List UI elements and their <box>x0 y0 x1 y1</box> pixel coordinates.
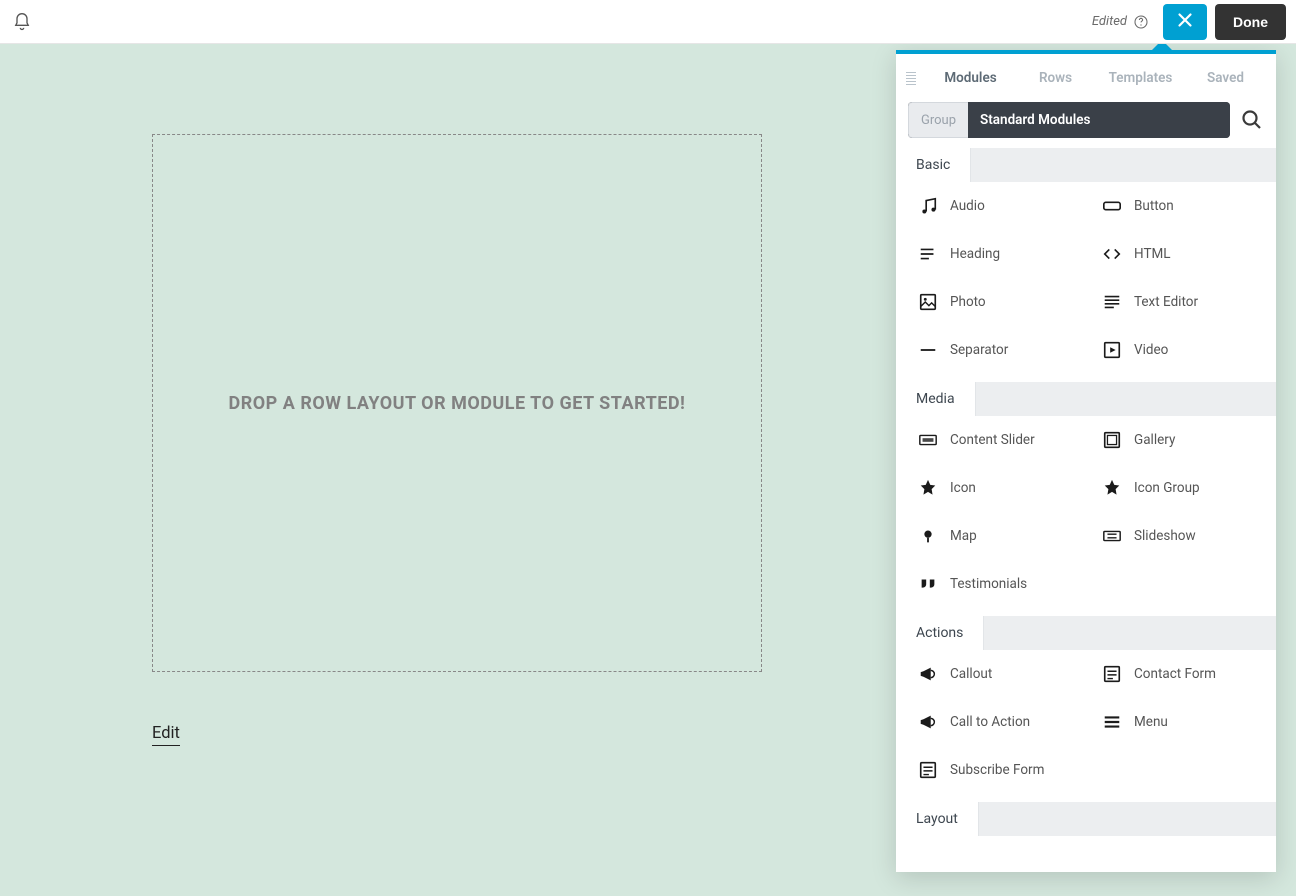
module-label: Photo <box>950 294 986 310</box>
module-item[interactable]: Content Slider <box>906 430 1082 450</box>
section-title: Basic <box>896 148 971 182</box>
form-icon <box>918 760 938 780</box>
group-select-label: Group <box>908 102 968 138</box>
module-label: Subscribe Form <box>950 762 1044 778</box>
dropzone-placeholder-text: DROP A ROW LAYOUT OR MODULE TO GET START… <box>229 393 686 414</box>
group-select[interactable]: Group Standard Modules <box>908 102 1230 138</box>
module-item[interactable]: Gallery <box>1090 430 1266 450</box>
tab-saved[interactable]: Saved <box>1183 64 1268 92</box>
photo-icon <box>918 292 938 312</box>
form-icon <box>1102 664 1122 684</box>
text-icon <box>1102 292 1122 312</box>
module-item[interactable]: Subscribe Form <box>906 760 1082 780</box>
star-icon <box>918 478 938 498</box>
section-header[interactable]: Basic <box>896 148 1276 182</box>
group-select-value: Standard Modules <box>968 102 1230 138</box>
drag-handle-icon[interactable] <box>904 72 918 85</box>
module-item[interactable]: Button <box>1090 196 1266 216</box>
gallery-icon <box>1102 430 1122 450</box>
module-label: Gallery <box>1134 432 1175 448</box>
megaphone-icon <box>918 712 938 732</box>
module-label: Menu <box>1134 714 1168 730</box>
module-grid: Callout Contact Form Call to Action Menu Sub… <box>896 650 1276 802</box>
megaphone-icon <box>918 664 938 684</box>
tab-templates[interactable]: Templates <box>1098 64 1183 92</box>
module-grid: Content Slider Gallery Icon Icon Group Map Sl… <box>896 416 1276 616</box>
slideshow-icon <box>1102 526 1122 546</box>
module-label: Video <box>1134 342 1168 358</box>
module-item[interactable]: Icon <box>906 478 1082 498</box>
done-button[interactable]: Done <box>1215 4 1286 40</box>
module-label: Contact Form <box>1134 666 1216 682</box>
module-label: HTML <box>1134 246 1171 262</box>
music-icon <box>918 196 938 216</box>
map-icon <box>918 526 938 546</box>
tab-modules[interactable]: Modules <box>928 64 1013 92</box>
section-title: Layout <box>896 802 979 836</box>
section-title: Actions <box>896 616 984 650</box>
module-item[interactable]: Photo <box>906 292 1082 312</box>
module-label: Content Slider <box>950 432 1035 448</box>
module-item[interactable]: Menu <box>1090 712 1266 732</box>
module-item[interactable]: Text Editor <box>1090 292 1266 312</box>
edit-link[interactable]: Edit <box>152 724 180 746</box>
module-label: Icon Group <box>1134 480 1200 496</box>
button-icon <box>1102 196 1122 216</box>
tab-rows[interactable]: Rows <box>1013 64 1098 92</box>
module-item[interactable]: Map <box>906 526 1082 546</box>
separator-icon <box>918 340 938 360</box>
section-header[interactable]: Layout <box>896 802 1276 836</box>
module-label: Text Editor <box>1134 294 1198 310</box>
edited-status: Edited <box>1092 14 1149 30</box>
module-item[interactable]: HTML <box>1090 244 1266 264</box>
close-icon <box>1174 9 1196 34</box>
module-item[interactable]: Testimonials <box>906 574 1082 594</box>
notifications-icon[interactable] <box>12 12 32 32</box>
code-icon <box>1102 244 1122 264</box>
video-icon <box>1102 340 1122 360</box>
module-item[interactable]: Separator <box>906 340 1082 360</box>
module-item[interactable]: Video <box>1090 340 1266 360</box>
module-label: Map <box>950 528 977 544</box>
module-label: Callout <box>950 666 992 682</box>
module-label: Slideshow <box>1134 528 1196 544</box>
quote-icon <box>918 574 938 594</box>
module-label: Icon <box>950 480 976 496</box>
help-icon[interactable] <box>1133 14 1149 30</box>
module-item[interactable]: Icon Group <box>1090 478 1266 498</box>
section-title: Media <box>896 382 976 416</box>
module-item[interactable]: Heading <box>906 244 1082 264</box>
top-toolbar: Edited Done <box>0 0 1296 44</box>
empty-dropzone[interactable]: DROP A ROW LAYOUT OR MODULE TO GET START… <box>152 134 762 672</box>
module-label: Testimonials <box>950 576 1027 592</box>
module-label: Separator <box>950 342 1008 358</box>
module-label: Button <box>1134 198 1174 214</box>
edited-label: Edited <box>1092 14 1127 29</box>
close-panel-button[interactable] <box>1163 4 1207 40</box>
module-item[interactable]: Audio <box>906 196 1082 216</box>
panel-scroll-area[interactable]: Basic Audio Button Heading HTML Photo Text Edi… <box>896 148 1276 872</box>
module-label: Call to Action <box>950 714 1030 730</box>
menu-icon <box>1102 712 1122 732</box>
module-item[interactable]: Callout <box>906 664 1082 684</box>
module-grid: Audio Button Heading HTML Photo Text Editor Se… <box>896 182 1276 382</box>
content-panel: Modules Rows Templates Saved Group Stand… <box>896 50 1276 872</box>
module-label: Audio <box>950 198 985 214</box>
module-item[interactable]: Call to Action <box>906 712 1082 732</box>
heading-icon <box>918 244 938 264</box>
slider-icon <box>918 430 938 450</box>
module-label: Heading <box>950 246 1000 262</box>
section-header[interactable]: Actions <box>896 616 1276 650</box>
module-item[interactable]: Slideshow <box>1090 526 1266 546</box>
star-icon <box>1102 478 1122 498</box>
module-item[interactable]: Contact Form <box>1090 664 1266 684</box>
panel-tabs: Modules Rows Templates Saved <box>896 54 1276 102</box>
section-header[interactable]: Media <box>896 382 1276 416</box>
search-icon[interactable] <box>1240 108 1264 132</box>
